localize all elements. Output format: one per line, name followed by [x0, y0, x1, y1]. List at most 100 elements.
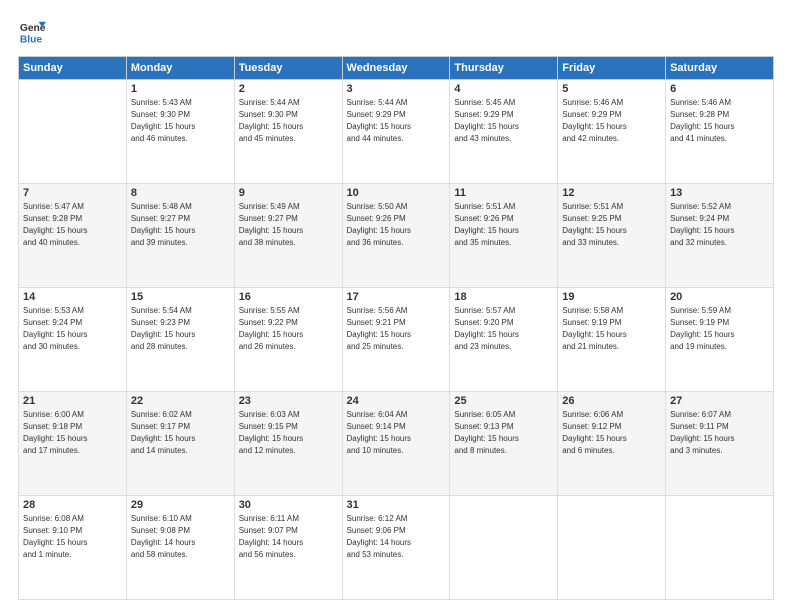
day-number: 7 [23, 187, 122, 199]
calendar-cell [450, 496, 558, 600]
day-number: 19 [562, 291, 661, 303]
calendar-cell: 9 Sunrise: 5:49 AMSunset: 9:27 PMDaylight… [234, 184, 342, 288]
week-row-4: 21Sunrise: 6:00 AMSunset: 9:18 PMDayligh… [19, 392, 774, 496]
day-number: 15 [131, 291, 230, 303]
day-info: Sunrise: 5:51 AMSunset: 9:26 PMDaylight:… [454, 201, 553, 249]
calendar-cell: 27 Sunrise: 6:07 AMSunset: 9:11 PMDayligh… [666, 392, 774, 496]
day-number: 8 [131, 187, 230, 199]
day-number: 14 [23, 291, 122, 303]
day-info: Sunrise: 5:58 AMSunset: 9:19 PMDaylight:… [562, 305, 661, 353]
calendar-cell: 3 Sunrise: 5:44 AMSunset: 9:29 PMDaylight… [342, 80, 450, 184]
calendar-cell: 16 Sunrise: 5:55 AMSunset: 9:22 PMDayligh… [234, 288, 342, 392]
day-number: 16 [239, 291, 338, 303]
day-info: Sunrise: 6:05 AMSunset: 9:13 PMDaylight:… [454, 409, 553, 457]
day-number: 30 [239, 499, 338, 511]
day-info: Sunrise: 5:50 AMSunset: 9:26 PMDaylight:… [347, 201, 446, 249]
day-info: Sunrise: 5:46 AMSunset: 9:28 PMDaylight:… [670, 97, 769, 145]
day-number: 22 [131, 395, 230, 407]
calendar-cell: 12 Sunrise: 5:51 AMSunset: 9:25 PMDayligh… [558, 184, 666, 288]
week-row-3: 14 Sunrise: 5:53 AMSunset: 9:24 PMDayligh… [19, 288, 774, 392]
calendar-cell: 5 Sunrise: 5:46 AMSunset: 9:29 PMDaylight… [558, 80, 666, 184]
day-number: 26 [562, 395, 661, 407]
day-info: Sunrise: 6:02 AMSunset: 9:17 PMDaylight:… [131, 409, 230, 457]
day-number: 28 [23, 499, 122, 511]
calendar-cell [19, 80, 127, 184]
day-number: 3 [347, 83, 446, 95]
day-number: 13 [670, 187, 769, 199]
calendar-cell: 2 Sunrise: 5:44 AMSunset: 9:30 PMDaylight… [234, 80, 342, 184]
week-row-5: 28 Sunrise: 6:08 AMSunset: 9:10 PMDayligh… [19, 496, 774, 600]
calendar-cell: 24 Sunrise: 6:04 AMSunset: 9:14 PMDayligh… [342, 392, 450, 496]
day-number: 29 [131, 499, 230, 511]
calendar-cell: 23Sunrise: 6:03 AMSunset: 9:15 PMDayligh… [234, 392, 342, 496]
day-number: 21 [23, 395, 122, 407]
calendar-cell: 31Sunrise: 6:12 AMSunset: 9:06 PMDayligh… [342, 496, 450, 600]
day-info: Sunrise: 5:54 AMSunset: 9:23 PMDaylight:… [131, 305, 230, 353]
calendar-cell: 14 Sunrise: 5:53 AMSunset: 9:24 PMDayligh… [19, 288, 127, 392]
calendar-cell: 22 Sunrise: 6:02 AMSunset: 9:17 PMDayligh… [126, 392, 234, 496]
calendar-cell: 8Sunrise: 5:48 AMSunset: 9:27 PMDaylight… [126, 184, 234, 288]
day-info: Sunrise: 5:46 AMSunset: 9:29 PMDaylight:… [562, 97, 661, 145]
day-number: 4 [454, 83, 553, 95]
calendar-cell: 1 Sunrise: 5:43 AMSunset: 9:30 PMDaylight… [126, 80, 234, 184]
calendar-cell: 29 Sunrise: 6:10 AMSunset: 9:08 PMDayligh… [126, 496, 234, 600]
day-info: Sunrise: 5:45 AMSunset: 9:29 PMDaylight:… [454, 97, 553, 145]
day-number: 23 [239, 395, 338, 407]
calendar-cell: 28 Sunrise: 6:08 AMSunset: 9:10 PMDayligh… [19, 496, 127, 600]
day-number: 10 [347, 187, 446, 199]
calendar-page: General Blue SundayMondayTuesdayWednesda… [0, 0, 792, 612]
weekday-header-thursday: Thursday [450, 57, 558, 80]
calendar-cell: 25Sunrise: 6:05 AMSunset: 9:13 PMDayligh… [450, 392, 558, 496]
day-info: Sunrise: 5:49 AMSunset: 9:27 PMDaylight:… [239, 201, 338, 249]
day-number: 5 [562, 83, 661, 95]
day-number: 31 [347, 499, 446, 511]
day-info: Sunrise: 6:07 AMSunset: 9:11 PMDaylight:… [670, 409, 769, 457]
day-info: Sunrise: 5:44 AMSunset: 9:29 PMDaylight:… [347, 97, 446, 145]
weekday-header-monday: Monday [126, 57, 234, 80]
day-info: Sunrise: 5:56 AMSunset: 9:21 PMDaylight:… [347, 305, 446, 353]
calendar-cell [558, 496, 666, 600]
day-number: 1 [131, 83, 230, 95]
day-number: 18 [454, 291, 553, 303]
weekday-header-row: SundayMondayTuesdayWednesdayThursdayFrid… [19, 57, 774, 80]
day-number: 2 [239, 83, 338, 95]
day-info: Sunrise: 5:59 AMSunset: 9:19 PMDaylight:… [670, 305, 769, 353]
calendar-cell: 10 Sunrise: 5:50 AMSunset: 9:26 PMDayligh… [342, 184, 450, 288]
day-info: Sunrise: 5:43 AMSunset: 9:30 PMDaylight:… [131, 97, 230, 145]
day-info: Sunrise: 5:52 AMSunset: 9:24 PMDaylight:… [670, 201, 769, 249]
calendar-cell: 7 Sunrise: 5:47 AMSunset: 9:28 PMDaylight… [19, 184, 127, 288]
svg-text:Blue: Blue [20, 34, 43, 45]
calendar-cell: 21Sunrise: 6:00 AMSunset: 9:18 PMDayligh… [19, 392, 127, 496]
day-number: 12 [562, 187, 661, 199]
day-number: 24 [347, 395, 446, 407]
day-info: Sunrise: 5:53 AMSunset: 9:24 PMDaylight:… [23, 305, 122, 353]
weekday-header-sunday: Sunday [19, 57, 127, 80]
day-info: Sunrise: 6:10 AMSunset: 9:08 PMDaylight:… [131, 513, 230, 561]
day-info: Sunrise: 6:11 AMSunset: 9:07 PMDaylight:… [239, 513, 338, 561]
day-info: Sunrise: 6:06 AMSunset: 9:12 PMDaylight:… [562, 409, 661, 457]
calendar-cell: 30 Sunrise: 6:11 AMSunset: 9:07 PMDayligh… [234, 496, 342, 600]
day-number: 9 [239, 187, 338, 199]
weekday-header-friday: Friday [558, 57, 666, 80]
day-info: Sunrise: 5:57 AMSunset: 9:20 PMDaylight:… [454, 305, 553, 353]
weekday-header-tuesday: Tuesday [234, 57, 342, 80]
day-info: Sunrise: 5:51 AMSunset: 9:25 PMDaylight:… [562, 201, 661, 249]
day-info: Sunrise: 6:08 AMSunset: 9:10 PMDaylight:… [23, 513, 122, 561]
calendar-cell: 17Sunrise: 5:56 AMSunset: 9:21 PMDayligh… [342, 288, 450, 392]
calendar-cell [666, 496, 774, 600]
logo-icon: General Blue [18, 18, 46, 46]
calendar-cell: 18 Sunrise: 5:57 AMSunset: 9:20 PMDayligh… [450, 288, 558, 392]
calendar-cell: 11Sunrise: 5:51 AMSunset: 9:26 PMDayligh… [450, 184, 558, 288]
day-info: Sunrise: 5:47 AMSunset: 9:28 PMDaylight:… [23, 201, 122, 249]
day-info: Sunrise: 6:04 AMSunset: 9:14 PMDaylight:… [347, 409, 446, 457]
header: General Blue [18, 18, 774, 46]
weekday-header-wednesday: Wednesday [342, 57, 450, 80]
calendar-cell: 13 Sunrise: 5:52 AMSunset: 9:24 PMDayligh… [666, 184, 774, 288]
day-info: Sunrise: 5:55 AMSunset: 9:22 PMDaylight:… [239, 305, 338, 353]
weekday-header-saturday: Saturday [666, 57, 774, 80]
calendar-cell: 15 Sunrise: 5:54 AMSunset: 9:23 PMDayligh… [126, 288, 234, 392]
day-number: 27 [670, 395, 769, 407]
calendar-cell: 4 Sunrise: 5:45 AMSunset: 9:29 PMDaylight… [450, 80, 558, 184]
day-info: Sunrise: 5:44 AMSunset: 9:30 PMDaylight:… [239, 97, 338, 145]
logo: General Blue [18, 18, 46, 46]
